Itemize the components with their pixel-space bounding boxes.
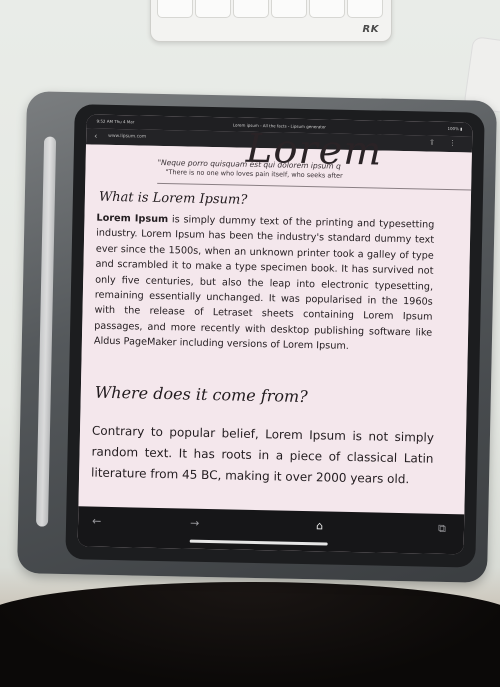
tablet-screen: 9:52 AM Thu 4 Mar Lorem ipsum - All the … — [77, 114, 473, 555]
bold-term: Lorem Ipsum — [96, 212, 169, 226]
stylus-pencil — [35, 136, 57, 527]
keyboard: RK — [150, 0, 392, 42]
lap — [0, 582, 500, 687]
chevron-left-icon[interactable]: ‹ — [94, 132, 97, 141]
divider — [157, 182, 472, 191]
section-paragraph-where: Contrary to popular belief, Lorem Ipsum … — [90, 423, 435, 487]
section-paragraph-what: Lorem Ipsum is simply dummy text of the … — [94, 211, 435, 357]
tabs-icon[interactable]: ⧉ — [438, 522, 446, 536]
browser-toolbar: ← → ⌂ ⧉ — [77, 506, 465, 555]
home-icon[interactable]: ⌂ — [316, 519, 323, 532]
paragraph-text: is simply dummy text of the printing and… — [93, 214, 435, 353]
battery-indicator: 100% ▮ — [447, 125, 463, 132]
share-icon[interactable]: ⇪ ⋮ — [429, 139, 462, 148]
url-text[interactable]: www.lipsum.com — [108, 134, 146, 140]
web-page: Lorem "Neque porro quisquam est qui dolo… — [78, 126, 472, 515]
section-title-what: What is Lorem Ipsum? — [98, 189, 248, 208]
section-title-where: Where does it come from? — [94, 382, 308, 407]
arrow-left-icon[interactable]: ← — [92, 515, 101, 528]
tablet: 9:52 AM Thu 4 Mar Lorem ipsum - All the … — [65, 104, 485, 568]
home-indicator[interactable] — [189, 539, 328, 546]
arrow-right-icon[interactable]: → — [190, 517, 199, 530]
keyboard-brand: RK — [362, 24, 379, 35]
tablet-case: 9:52 AM Thu 4 Mar Lorem ipsum - All the … — [17, 91, 497, 583]
